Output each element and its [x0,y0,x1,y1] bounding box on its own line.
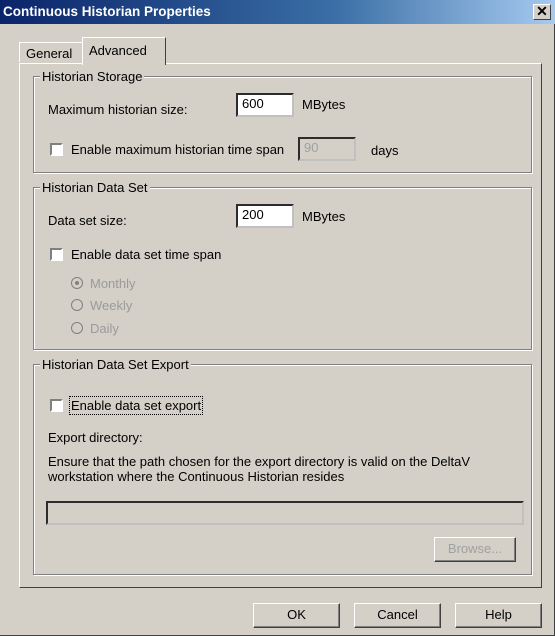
max-historian-size-unit: MBytes [302,97,346,112]
enable-data-set-timespan-checkbox[interactable] [50,248,63,261]
advanced-tab-panel: Historian Storage Maximum historian size… [19,63,542,588]
export-directory-label: Export directory: [48,430,143,445]
tab-general[interactable]: General [19,42,89,62]
title-bar[interactable]: Continuous Historian Properties ✕ [0,0,555,24]
export-directory-path-field [46,501,524,525]
max-timespan-days-field: 90 [298,137,356,161]
enable-max-timespan-checkbox[interactable] [50,143,63,156]
historian-data-set-export-legend: Historian Data Set Export [40,357,191,372]
export-note-line2: workstation where the Continuous Histori… [48,469,345,484]
tab-advanced[interactable]: Advanced [82,37,166,65]
max-historian-size-field[interactable]: 600 [236,93,294,117]
help-button[interactable]: Help [455,603,542,628]
daily-radio-label: Daily [90,321,119,336]
historian-data-set-group: Historian Data Set Data set size: 200 MB… [33,180,532,350]
close-icon[interactable]: ✕ [533,4,551,20]
data-set-size-label: Data set size: [48,213,127,228]
data-set-size-unit: MBytes [302,209,346,224]
enable-data-set-timespan-label[interactable]: Enable data set time span [71,247,221,262]
cancel-button[interactable]: Cancel [354,603,441,628]
weekly-radio [71,299,83,311]
monthly-radio [71,277,83,289]
enable-data-set-export-checkbox[interactable] [50,399,63,412]
max-historian-size-label: Maximum historian size: [48,102,188,117]
ok-button[interactable]: OK [253,603,340,628]
export-note-line1: Ensure that the path chosen for the expo… [48,454,471,469]
daily-radio [71,322,83,334]
enable-data-set-export-label[interactable]: Enable data set export [68,396,204,415]
historian-data-set-legend: Historian Data Set [40,180,150,195]
tab-advanced-label: Advanced [89,43,147,58]
historian-data-set-export-group: Historian Data Set Export Enable data se… [33,357,532,575]
dialog-title: Continuous Historian Properties [3,4,211,19]
historian-storage-legend: Historian Storage [40,69,145,84]
monthly-radio-label: Monthly [90,276,136,291]
tab-general-label: General [26,46,73,61]
weekly-radio-label: Weekly [90,298,133,313]
browse-button: Browse... [434,537,516,562]
data-set-size-field[interactable]: 200 [236,204,294,228]
properties-dialog: Continuous Historian Properties ✕ Genera… [0,0,555,636]
enable-max-timespan-label[interactable]: Enable maximum historian time span [71,142,284,157]
historian-storage-group: Historian Storage Maximum historian size… [33,69,532,173]
max-timespan-unit: days [371,143,399,158]
